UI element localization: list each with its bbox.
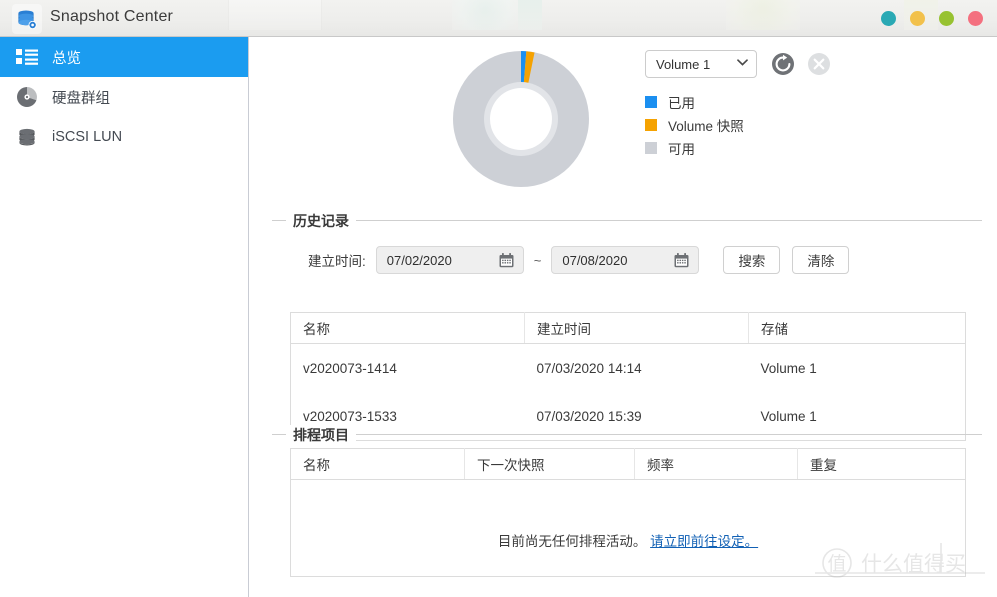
chevron-down-icon [737, 59, 748, 69]
clear-button[interactable]: 清除 [792, 246, 850, 274]
schedule-col-repeat[interactable]: 重复 [797, 448, 966, 480]
legend-label-available: 可用 [668, 141, 695, 157]
legend-item-snapshot: Volume 快照 [645, 113, 744, 136]
schedule-empty-message: 目前尚无任何排程活动。 请立即前往设定。 [291, 530, 965, 550]
history-section: 历史记录 建立时间: 07/02/2020 ~ 07/08/2020 搜索 清除… [272, 211, 982, 441]
iscsi-lun-icon [14, 124, 40, 150]
desktop-bleed-3 [518, 0, 542, 30]
history-filter-bar: 建立时间: 07/02/2020 ~ 07/08/2020 搜索 清除 [308, 246, 850, 274]
sidebar-item-overview-label: 总览 [52, 50, 81, 67]
desktop-bleed-1 [228, 0, 322, 30]
desktop-bleed-2 [452, 0, 518, 30]
legend-item-available: 可用 [645, 136, 744, 159]
schedule-col-frequency[interactable]: 频率 [634, 448, 798, 480]
capacity-overview: Volume 1 已用 Volume 快照 可用 [250, 38, 997, 220]
date-from-value: 07/02/2020 [386, 252, 452, 268]
desktop-bleed-4 [726, 0, 800, 30]
maximize-button[interactable] [939, 11, 954, 26]
history-col-storage[interactable]: 存储 [748, 312, 966, 344]
history-col-name[interactable]: 名称 [290, 312, 525, 344]
date-to-input[interactable]: 07/08/2020 [551, 246, 700, 274]
capacity-legend: 已用 Volume 快照 可用 [645, 90, 744, 159]
schedule-col-name[interactable]: 名称 [290, 448, 465, 480]
history-cell-storage: Volume 1 [760, 360, 817, 376]
history-section-rule [272, 220, 982, 221]
disk-group-icon [14, 84, 40, 110]
volume-select-value: Volume 1 [656, 56, 711, 72]
schedule-table-header-row: 名称 下一次快照 频率 重复 [290, 448, 966, 480]
capacity-donut-chart [453, 51, 589, 187]
volume-select[interactable]: Volume 1 [645, 50, 757, 78]
legend-label-snapshot: Volume 快照 [668, 118, 744, 134]
sidebar: 总览 硬盘群组 iSCSI LUN [0, 37, 249, 597]
legend-item-used: 已用 [645, 90, 744, 113]
schedule-table: 名称 下一次快照 频率 重复 目前尚无任何排程活动。 请立即前往设定。 [290, 448, 966, 577]
schedule-col-next-snap[interactable]: 下一次快照 [464, 448, 635, 480]
date-from-input[interactable]: 07/02/2020 [375, 246, 524, 274]
cancel-button [807, 52, 831, 76]
sidebar-item-overview[interactable]: 总览 [0, 37, 248, 77]
history-table-header-row: 名称 建立时间 存储 [290, 312, 966, 344]
created-time-label: 建立时间: [308, 254, 366, 269]
history-col-created[interactable]: 建立时间 [524, 312, 749, 344]
schedule-setup-link[interactable]: 请立即前往设定。 [650, 534, 758, 549]
donut-svg [453, 51, 589, 187]
minimize-button[interactable] [910, 11, 925, 26]
table-row[interactable]: v2020073-1414 07/03/2020 14:14 Volume 1 [291, 344, 966, 393]
cancel-icon [808, 53, 830, 75]
history-table: 名称 建立时间 存储 v2020073-1414 07/03/2020 14:1… [290, 312, 966, 441]
calendar-icon[interactable] [674, 253, 689, 268]
schedule-section: 排程项目 名称 下一次快照 频率 重复 目前尚无任何排程活动。 请立即前往设定。 [272, 425, 982, 597]
sidebar-item-disk-group-label: 硬盘群组 [52, 90, 110, 107]
schedule-section-rule [272, 434, 982, 435]
sidebar-item-iscsi-lun-label: iSCSI LUN [52, 129, 123, 145]
calendar-icon[interactable] [499, 253, 514, 268]
search-button[interactable]: 搜索 [723, 246, 781, 274]
window-title: Snapshot Center [50, 8, 174, 25]
schedule-empty-row: 目前尚无任何排程活动。 请立即前往设定。 [291, 480, 966, 577]
legend-label-used: 已用 [668, 95, 695, 111]
date-to-value: 07/08/2020 [562, 252, 628, 268]
history-cell-name: v2020073-1414 [303, 360, 397, 376]
legend-swatch-available [645, 141, 657, 154]
history-cell-created: 07/03/2020 14:14 [536, 360, 642, 376]
legend-swatch-used [645, 95, 657, 108]
database-stack-icon [12, 4, 42, 34]
date-range-separator: ~ [533, 252, 542, 268]
refresh-icon [772, 53, 794, 75]
window-controls [881, 11, 983, 26]
sidebar-item-disk-group[interactable]: 硬盘群组 [0, 77, 248, 117]
snapshot-center-window: Snapshot Center 总览 硬盘群组 iSCSI LUN Volume… [0, 0, 997, 597]
minimize-to-tray-button[interactable] [881, 11, 896, 26]
content-area: Volume 1 已用 Volume 快照 可用 历史记录 建立时间: 07/0… [250, 38, 997, 597]
overview-list-icon [14, 44, 40, 70]
sidebar-item-iscsi-lun[interactable]: iSCSI LUN [0, 117, 248, 157]
schedule-empty-text: 目前尚无任何排程活动。 [497, 534, 647, 549]
history-section-title: 历史记录 [286, 211, 356, 231]
close-button[interactable] [968, 11, 983, 26]
schedule-section-title: 排程项目 [286, 425, 356, 445]
title-bar: Snapshot Center [0, 0, 997, 37]
refresh-button[interactable] [771, 52, 795, 76]
legend-swatch-snapshot [645, 118, 657, 131]
